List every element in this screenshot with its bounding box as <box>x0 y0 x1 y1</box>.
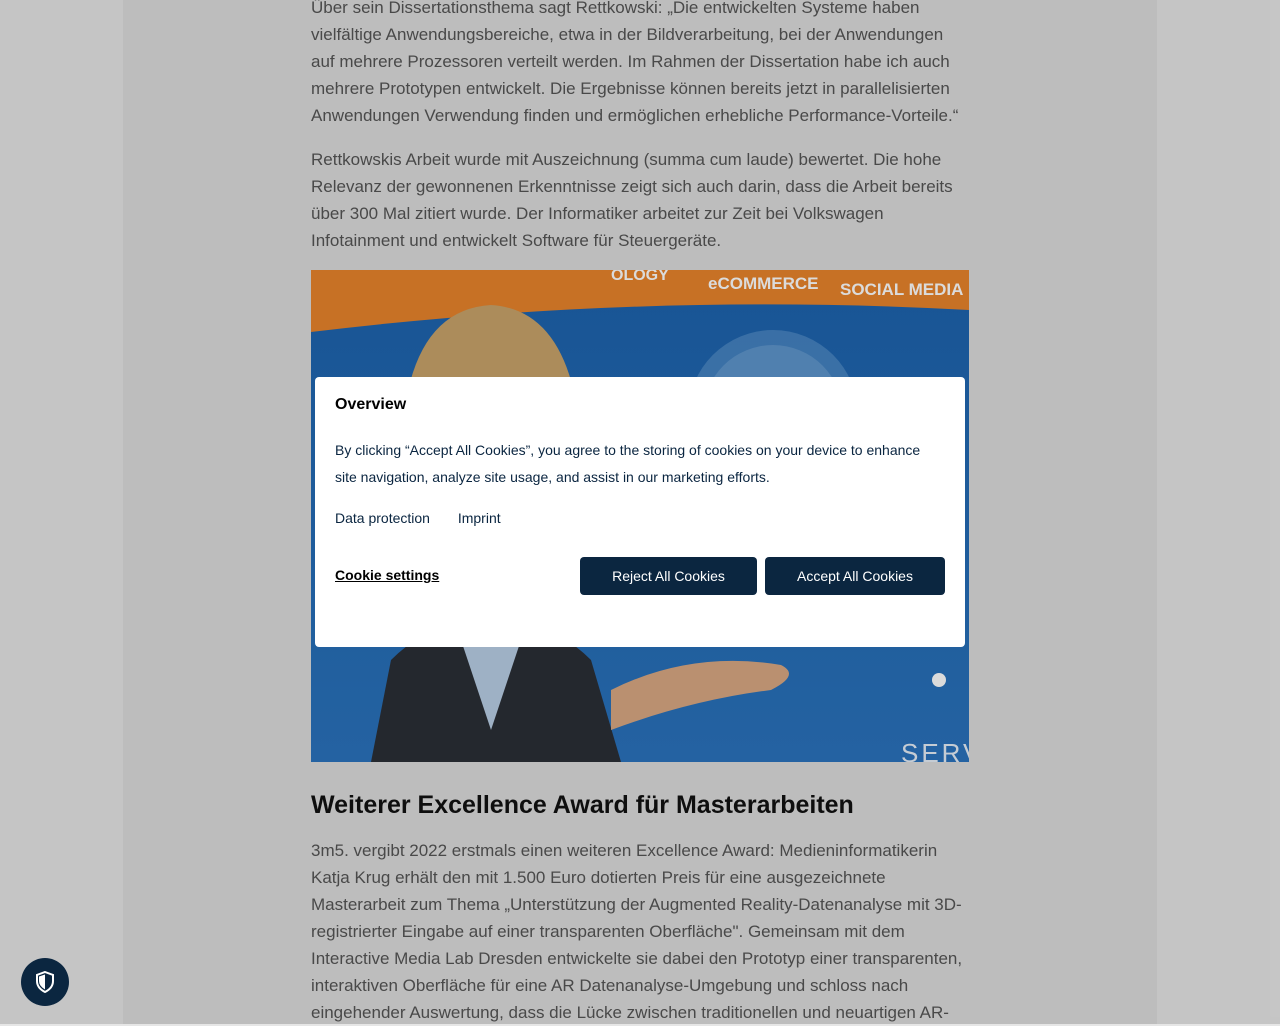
dialog-title: Overview <box>335 396 407 413</box>
cookie-consent-dialog: Overview By clicking “Accept All Cookies… <box>315 377 965 647</box>
accept-all-cookies-button[interactable]: Accept All Cookies <box>765 557 945 595</box>
reject-all-cookies-button[interactable]: Reject All Cookies <box>580 557 757 595</box>
dialog-text: By clicking “Accept All Cookies”, you ag… <box>335 442 921 485</box>
shield-icon <box>36 971 54 993</box>
imprint-link[interactable]: Imprint <box>458 510 501 526</box>
dialog-links: Data protection Imprint <box>335 510 525 526</box>
data-protection-link[interactable]: Data protection <box>335 510 430 526</box>
cookie-settings-link[interactable]: Cookie settings <box>335 567 439 583</box>
privacy-settings-button[interactable] <box>21 958 69 1006</box>
